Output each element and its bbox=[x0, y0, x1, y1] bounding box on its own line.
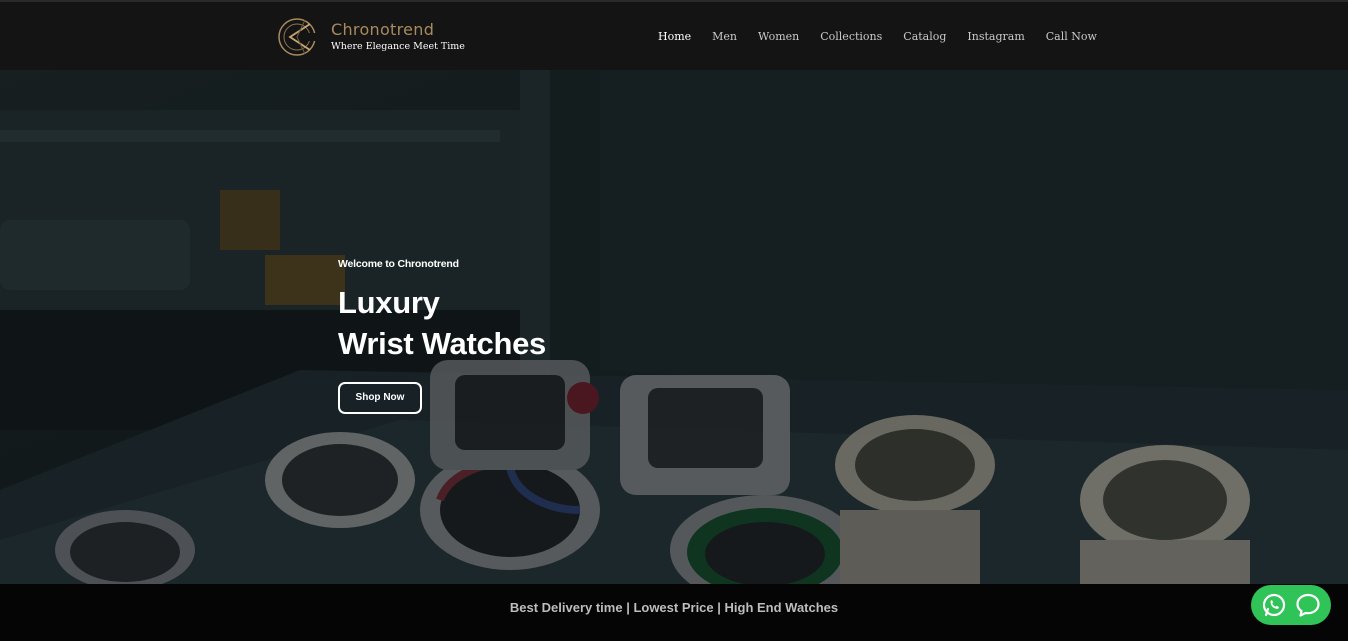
chronotrend-c-logo-icon bbox=[278, 18, 317, 56]
features-strip: Best Delivery time | Lowest Price | High… bbox=[0, 584, 1348, 641]
brand-name: Chronotrend bbox=[331, 20, 435, 39]
features-strip-text: Best Delivery time | Lowest Price | High… bbox=[509, 600, 839, 615]
site-header: Chronotrend Where Elegance Meet Time Hom… bbox=[0, 0, 1348, 70]
nav-item-women[interactable]: Women bbox=[758, 28, 799, 46]
hero-content: Welcome to Chronotrend Luxury Wrist Watc… bbox=[338, 258, 546, 414]
main-nav: Home Men Women Collections Catalog Insta… bbox=[658, 28, 1097, 46]
hero-title-line-2: Wrist Watches bbox=[338, 326, 546, 361]
shop-now-button[interactable]: Shop Now bbox=[338, 382, 422, 414]
whatsapp-icon[interactable] bbox=[1260, 591, 1288, 619]
hero-kicker: Welcome to Chronotrend bbox=[338, 258, 459, 270]
chat-widget bbox=[1251, 585, 1331, 625]
nav-item-home[interactable]: Home bbox=[658, 28, 691, 46]
nav-item-instagram[interactable]: Instagram bbox=[967, 28, 1024, 46]
hero-section: Welcome to Chronotrend Luxury Wrist Watc… bbox=[0, 70, 1348, 584]
chat-bubble-icon[interactable] bbox=[1294, 591, 1322, 619]
brand-logo-link[interactable]: Chronotrend Where Elegance Meet Time bbox=[277, 15, 465, 59]
hero-title-line-1: Luxury bbox=[338, 285, 440, 320]
nav-item-collections[interactable]: Collections bbox=[820, 28, 882, 46]
nav-item-men[interactable]: Men bbox=[712, 28, 737, 46]
nav-item-catalog[interactable]: Catalog bbox=[903, 28, 946, 46]
brand-tagline: Where Elegance Meet Time bbox=[331, 41, 465, 52]
nav-item-call-now[interactable]: Call Now bbox=[1046, 28, 1097, 46]
hero-title: Luxury Wrist Watches bbox=[338, 282, 546, 364]
hero-overlay bbox=[0, 70, 1348, 584]
